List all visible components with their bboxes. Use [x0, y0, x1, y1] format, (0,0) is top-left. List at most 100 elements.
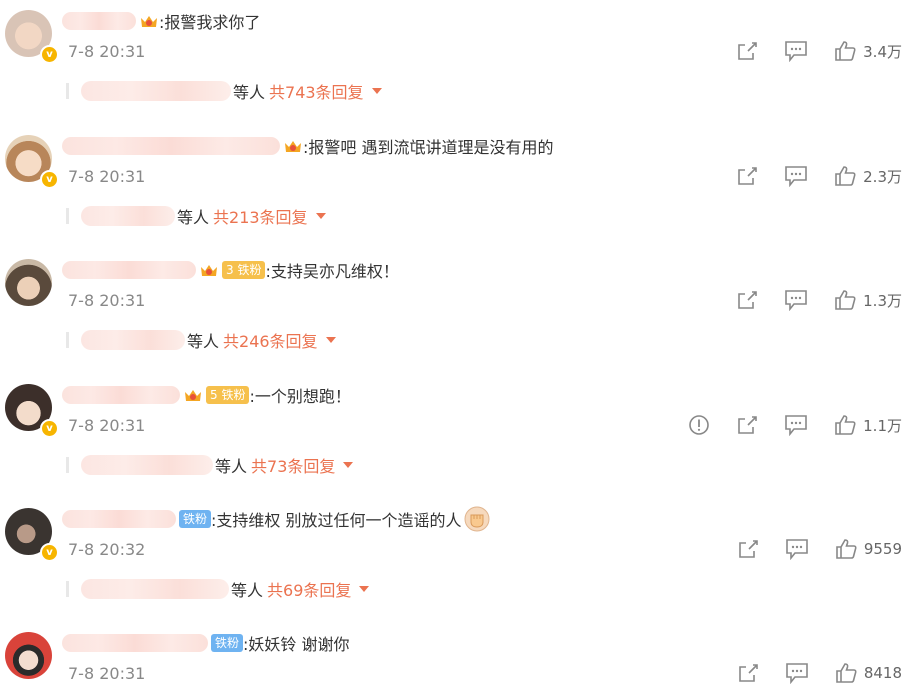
username-blurred[interactable] — [62, 634, 208, 652]
vip-crown-icon — [285, 141, 301, 152]
comment-item: v :报警吧 遇到流氓讲道理是没有用的 7-8 20:31 2.3万 等人 共2… — [0, 125, 920, 249]
reply-prefix: 等人 — [177, 208, 210, 227]
reply-divider — [66, 332, 69, 348]
like-icon — [836, 663, 857, 683]
reply-count-link[interactable]: 共246条回复 — [223, 328, 318, 352]
comment-icon — [785, 290, 807, 311]
chevron-down-icon — [325, 337, 336, 343]
avatar[interactable]: v — [5, 135, 59, 189]
avatar[interactable] — [5, 259, 52, 306]
like-button[interactable]: 1.1万 — [834, 414, 902, 436]
reply-divider — [66, 208, 69, 224]
chevron-down-icon — [315, 213, 326, 219]
reply-summary[interactable]: 等人 共246条回复 — [66, 329, 336, 351]
share-icon — [739, 540, 758, 558]
comment-button[interactable] — [784, 40, 808, 62]
like-button[interactable]: 2.3万 — [834, 165, 902, 187]
like-count: 3.4万 — [863, 42, 902, 61]
comment-button[interactable] — [784, 165, 808, 187]
chevron-down-icon — [371, 88, 382, 94]
share-icon — [739, 664, 758, 682]
avatar[interactable]: v — [5, 10, 59, 64]
share-icon — [738, 167, 757, 185]
reply-prefix: 等人 — [231, 581, 264, 600]
username-blurred[interactable] — [62, 386, 180, 404]
share-button[interactable] — [737, 663, 759, 683]
like-icon — [836, 539, 857, 559]
fan-badge: 3 铁粉 — [222, 261, 266, 279]
share-button[interactable] — [737, 539, 759, 559]
username-blurred[interactable] — [62, 261, 196, 279]
replier-names-blurred — [81, 455, 213, 475]
fan-badge-label: 铁粉 — [237, 263, 262, 277]
reply-summary[interactable]: 等人 共73条回复 — [66, 453, 354, 477]
report-button[interactable] — [688, 414, 710, 436]
reply-divider — [66, 457, 69, 473]
like-icon — [835, 166, 856, 186]
comment-icon — [785, 415, 807, 436]
reply-count-link[interactable]: 共743条回复 — [269, 79, 364, 103]
comment-button[interactable] — [784, 414, 808, 436]
replier-names-blurred — [81, 81, 231, 101]
share-button[interactable] — [736, 415, 758, 435]
comment-item: v :报警我求你了 7-8 20:31 3.4万 等人 共743条回复 — [0, 0, 920, 124]
verified-icon: v — [40, 170, 59, 189]
like-count: 1.3万 — [863, 291, 902, 310]
replier-names-blurred — [81, 206, 175, 226]
comment-item: v 铁粉 :支持维权 别放过任何一个造谣的人 7-8 20:32 9559 等人… — [0, 498, 920, 622]
comment-button[interactable] — [784, 289, 808, 311]
comment-text: :报警吧 遇到流氓讲道理是没有用的 — [303, 138, 554, 157]
comment-button[interactable] — [785, 538, 809, 560]
comment-button[interactable] — [785, 662, 809, 684]
username-blurred[interactable] — [62, 137, 280, 155]
fist-emoji — [464, 506, 489, 532]
like-count: 1.1万 — [863, 416, 902, 435]
comment-icon — [785, 166, 807, 187]
like-button[interactable]: 8418 — [835, 662, 902, 684]
avatar[interactable]: v — [5, 384, 59, 438]
share-button[interactable] — [736, 41, 758, 61]
comment-item: 3 铁粉 :支持吴亦凡维权！ 7-8 20:31 1.3万 等人 共246条回复 — [0, 249, 920, 373]
avatar[interactable] — [5, 632, 52, 679]
vip-crown-icon — [185, 390, 201, 401]
comment-text: :妖妖铃 谢谢你 — [243, 635, 350, 654]
timestamp: 7-8 20:31 — [68, 291, 146, 310]
timestamp: 7-8 20:31 — [68, 42, 146, 61]
chevron-down-icon — [359, 586, 370, 592]
report-icon — [689, 415, 709, 435]
reply-count-link[interactable]: 共73条回复 — [251, 453, 335, 477]
avatar[interactable]: v — [5, 508, 59, 562]
like-count: 9559 — [863, 540, 902, 558]
timestamp: 7-8 20:31 — [68, 664, 146, 683]
comment-icon — [786, 663, 808, 684]
reply-summary[interactable]: 等人 共743条回复 — [66, 80, 382, 102]
share-button[interactable] — [736, 166, 758, 186]
like-button[interactable]: 3.4万 — [834, 40, 902, 62]
reply-prefix: 等人 — [187, 332, 220, 351]
reply-count-link[interactable]: 共213条回复 — [213, 204, 308, 228]
username-blurred[interactable] — [62, 12, 136, 30]
chevron-down-icon — [343, 462, 354, 468]
reply-count-link[interactable]: 共69条回复 — [267, 577, 351, 601]
like-icon — [835, 290, 856, 310]
like-button[interactable]: 9559 — [835, 538, 902, 560]
reply-summary[interactable]: 等人 共69条回复 — [66, 577, 370, 601]
comment-icon — [785, 41, 807, 62]
reply-prefix: 等人 — [215, 457, 248, 476]
comment-text: :支持维权 别放过任何一个造谣的人 — [211, 511, 462, 530]
like-count: 2.3万 — [863, 167, 902, 186]
like-icon — [835, 415, 856, 435]
share-button[interactable] — [736, 290, 758, 310]
verified-icon: v — [40, 45, 59, 64]
reply-divider — [66, 581, 69, 597]
verified-icon: v — [40, 543, 59, 562]
comment-icon — [786, 539, 808, 560]
like-button[interactable]: 1.3万 — [834, 289, 902, 311]
comment-text: :支持吴亦凡维权！ — [265, 262, 399, 281]
username-blurred[interactable] — [62, 510, 176, 528]
share-icon — [738, 416, 757, 434]
reply-summary[interactable]: 等人 共213条回复 — [66, 205, 326, 227]
reply-prefix: 等人 — [233, 83, 266, 102]
fan-level: 5 — [210, 388, 218, 402]
fan-badge-label: 铁粉 — [221, 388, 246, 402]
